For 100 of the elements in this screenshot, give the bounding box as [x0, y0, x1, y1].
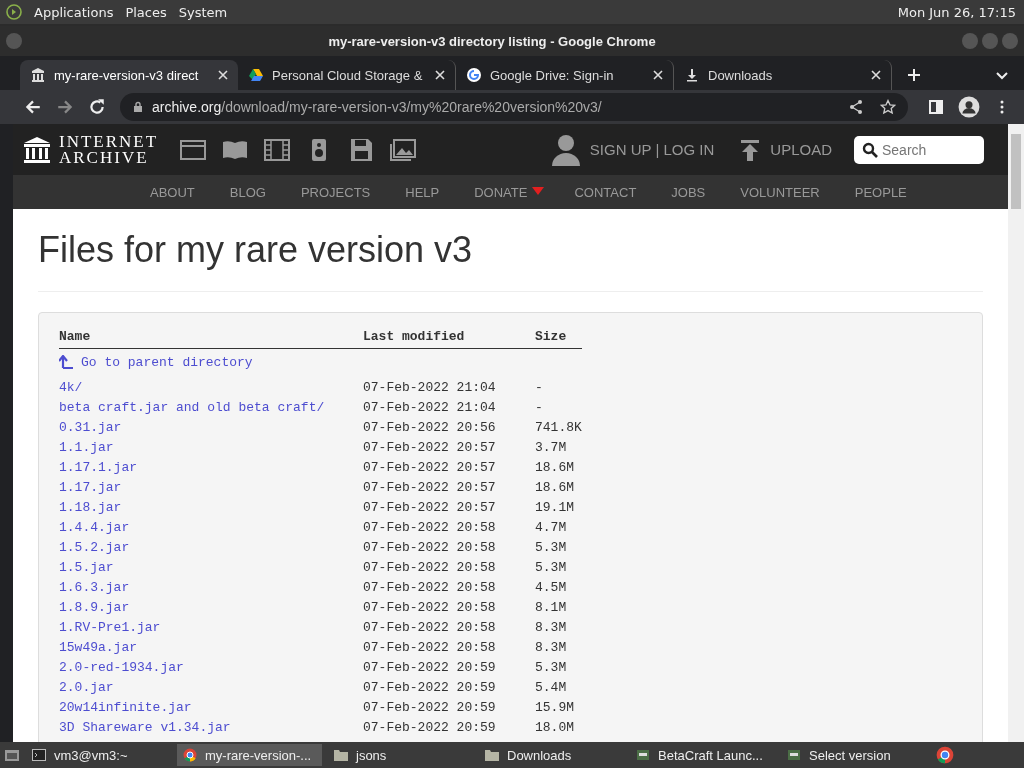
taskbar-button[interactable]: BetaCraft Launc... — [630, 744, 775, 766]
taskbar-button[interactable]: Downloads — [479, 744, 624, 766]
file-link[interactable]: 2.0-red-1934.jar — [59, 659, 184, 675]
image-icon[interactable] — [390, 138, 417, 161]
film-strip-icon[interactable] — [264, 138, 291, 161]
reload-icon[interactable] — [88, 98, 106, 116]
new-tab-icon[interactable] — [906, 67, 922, 83]
panel-menu[interactable]: Places — [125, 4, 167, 20]
browser-tab[interactable]: my-rare-version-v3 direct — [20, 60, 238, 90]
tab-close-icon[interactable] — [218, 70, 228, 80]
back-arrow-icon[interactable] — [24, 98, 42, 116]
file-size: 18.6M — [535, 459, 574, 475]
tab-close-icon[interactable] — [435, 70, 445, 80]
side-panel-icon[interactable] — [928, 99, 944, 115]
modified-date: 07-Feb-2022 20:58 — [363, 519, 496, 535]
taskbar-button[interactable]: my-rare-version-... — [177, 744, 322, 766]
app-icon — [636, 748, 650, 762]
file-link[interactable]: 15w49a.jar — [59, 639, 137, 655]
book-icon[interactable] — [222, 138, 249, 161]
file-link[interactable]: 1.5.jar — [59, 559, 114, 575]
scrollbar[interactable] — [1008, 124, 1024, 742]
modified-date: 07-Feb-2022 20:58 — [363, 559, 496, 575]
file-link[interactable]: 1.17.jar — [59, 479, 122, 495]
file-size: 5.4M — [535, 679, 567, 695]
show-desktop-icon[interactable] — [4, 747, 20, 763]
page-heading: Files for my rare version v3 — [38, 229, 474, 271]
nav-link[interactable]: DONATE — [474, 184, 528, 200]
file-size: 741.8K — [535, 419, 582, 435]
file-link[interactable]: 2.0.jar — [59, 679, 114, 695]
up-arrow-icon — [59, 355, 73, 370]
forward-arrow-icon[interactable] — [56, 98, 74, 116]
file-size: 5.3M — [535, 539, 567, 555]
modified-date: 07-Feb-2022 20:59 — [363, 659, 496, 675]
file-link[interactable]: 4k/ — [59, 379, 83, 395]
tab-close-icon[interactable] — [653, 70, 663, 80]
nav-link[interactable]: CONTACT — [574, 184, 637, 200]
user-silhouette-icon[interactable] — [551, 133, 580, 166]
modified-date: 07-Feb-2022 20:58 — [363, 579, 496, 595]
nav-link[interactable]: PROJECTS — [300, 184, 371, 200]
tab-close-icon[interactable] — [871, 70, 881, 80]
chrome-launcher-icon[interactable] — [936, 746, 954, 764]
file-link[interactable]: 1.6.3.jar — [59, 579, 130, 595]
g-logo-icon — [466, 67, 482, 83]
internet-archive-logo[interactable]: INTERNET ARCHIVE — [23, 133, 159, 166]
file-size: 18.6M — [535, 479, 574, 495]
sign-up-log-in-link[interactable]: SIGN UP | LOG IN — [589, 141, 715, 158]
distro-logo-icon[interactable] — [6, 4, 22, 20]
bookmark-star-icon[interactable] — [880, 99, 896, 115]
search-field[interactable]: Search — [854, 135, 984, 164]
taskbar-button[interactable]: jsons — [328, 744, 473, 766]
nav-link[interactable]: ABOUT — [150, 184, 195, 200]
nav-link[interactable]: VOLUNTEER — [740, 184, 820, 200]
file-link[interactable]: 3D Shareware v1.34.jar — [59, 719, 231, 735]
file-link[interactable]: 20w14infinite.jar — [59, 699, 192, 715]
taskbar-button[interactable]: vm3@vm3:~ — [26, 744, 171, 766]
modified-date: 07-Feb-2022 20:56 — [363, 419, 496, 435]
modified-date: 07-Feb-2022 20:58 — [363, 619, 496, 635]
panel-clock[interactable]: Mon Jun 26, 17:15 — [897, 4, 1016, 20]
file-link[interactable]: 1.4.4.jar — [59, 519, 130, 535]
modified-date: 07-Feb-2022 20:59 — [363, 719, 496, 735]
padlock-icon[interactable] — [132, 101, 144, 113]
share-icon[interactable] — [848, 99, 864, 115]
file-link[interactable]: 1.17.1.jar — [59, 459, 137, 475]
taskbar-button[interactable]: Select version — [781, 744, 926, 766]
modified-date: 07-Feb-2022 20:57 — [363, 459, 496, 475]
nav-link[interactable]: HELP — [405, 184, 440, 200]
search-icon — [862, 141, 878, 158]
nav-link[interactable]: BLOG — [229, 184, 266, 200]
modified-date: 07-Feb-2022 20:59 — [363, 679, 496, 695]
web-browser-icon[interactable] — [180, 138, 207, 161]
file-link[interactable]: 1.18.jar — [59, 499, 122, 515]
nav-link[interactable]: PEOPLE — [854, 184, 907, 200]
file-size: 18.0M — [535, 719, 574, 735]
column-header: Last modified — [363, 329, 535, 349]
file-size: 8.3M — [535, 619, 567, 635]
panel-menu[interactable]: System — [178, 4, 228, 20]
file-link[interactable]: 1.1.jar — [59, 439, 114, 455]
file-size: 5.3M — [535, 659, 567, 675]
file-link[interactable]: 1.RV-Pre1.jar — [59, 619, 161, 635]
file-size: 3.7M — [535, 439, 567, 455]
pillared-building-icon — [30, 67, 46, 83]
triangle-logo-icon — [248, 67, 264, 83]
panel-menu[interactable]: Applications — [34, 4, 114, 20]
file-size: 4.5M — [535, 579, 567, 595]
file-link[interactable]: beta craft.jar and old beta craft/ — [59, 399, 325, 415]
file-link[interactable]: 1.8.9.jar — [59, 599, 130, 615]
parent-directory-link[interactable]: Go to parent directory — [59, 354, 253, 370]
modified-date: 07-Feb-2022 21:04 — [363, 399, 496, 415]
address-bar[interactable]: archive.org/download/my-rare-version-v3/my%20rare%20version%20v3/ — [120, 93, 908, 121]
file-link[interactable]: 1.5.2.jar — [59, 539, 130, 555]
modified-date: 07-Feb-2022 20:58 — [363, 539, 496, 555]
upload-link[interactable]: UPLOAD — [770, 141, 832, 158]
upload-arrow-icon[interactable] — [740, 138, 761, 161]
profile-avatar-icon[interactable] — [958, 96, 980, 118]
modified-date: 07-Feb-2022 20:59 — [363, 699, 496, 715]
file-size: 4.7M — [535, 519, 567, 535]
modified-date: 07-Feb-2022 20:57 — [363, 479, 496, 495]
modified-date: 07-Feb-2022 20:58 — [363, 639, 496, 655]
file-link[interactable]: 0.31.jar — [59, 419, 122, 435]
nav-link[interactable]: JOBS — [671, 184, 706, 200]
